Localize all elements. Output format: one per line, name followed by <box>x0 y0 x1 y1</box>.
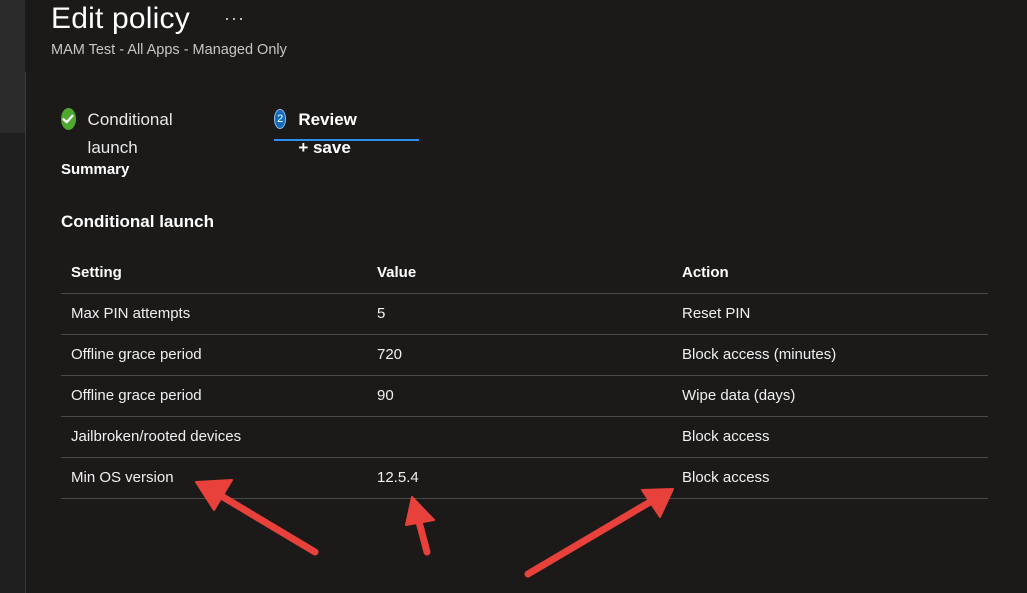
table-row: Max PIN attempts 5 Reset PIN <box>61 294 988 335</box>
value-cell: 5 <box>377 305 386 322</box>
action-cell: Block access <box>682 469 770 486</box>
table-row: Offline grace period 720 Block access (m… <box>61 335 988 376</box>
setting-cell: Offline grace period <box>71 387 202 404</box>
tab-review-save[interactable]: 2 Review + save <box>274 106 419 157</box>
column-header-value: Value <box>377 264 417 281</box>
tab-label: Review + save <box>298 110 357 157</box>
annotation-arrow-right <box>524 498 654 578</box>
action-cell: Reset PIN <box>682 305 751 322</box>
value-cell: 90 <box>377 387 394 404</box>
tab-conditional-launch[interactable]: Conditional launch <box>61 106 180 157</box>
table-row: Jailbroken/rooted devices Block access <box>61 417 988 458</box>
table-row: Min OS version 12.5.4 Block access <box>61 458 988 499</box>
action-cell: Block access <box>682 428 770 445</box>
check-circle-icon <box>61 108 76 130</box>
column-header-setting: Setting <box>71 264 122 281</box>
value-cell: 12.5.4 <box>377 469 419 486</box>
more-options-button[interactable]: ··· <box>224 8 245 29</box>
settings-table: Setting Value Action Max PIN attempts 5 … <box>61 253 988 499</box>
annotation-arrow-middle <box>414 514 431 556</box>
page-title: Edit policy <box>51 2 190 35</box>
column-header-action: Action <box>682 264 729 281</box>
annotation-arrow-left <box>214 490 319 556</box>
setting-cell: Max PIN attempts <box>71 305 191 322</box>
summary-heading: Summary <box>61 161 130 178</box>
section-heading: Conditional launch <box>61 212 214 231</box>
setting-cell: Min OS version <box>71 469 174 486</box>
setting-cell: Jailbroken/rooted devices <box>71 428 242 445</box>
left-rail-top <box>0 0 25 133</box>
annotation-arrowhead-middle <box>405 496 435 526</box>
value-cell: 720 <box>377 346 403 363</box>
step-number-badge: 2 <box>274 109 287 129</box>
active-tab-indicator <box>274 139 419 141</box>
action-cell: Block access (minutes) <box>682 346 837 363</box>
left-rail <box>0 0 26 593</box>
table-header-row: Setting Value Action <box>61 253 988 294</box>
left-rail-divider <box>25 72 26 593</box>
setting-cell: Offline grace period <box>71 346 202 363</box>
action-cell: Wipe data (days) <box>682 387 796 404</box>
tab-label: Conditional launch <box>87 110 173 157</box>
table-row: Offline grace period 90 Wipe data (days) <box>61 376 988 417</box>
page-subtitle: MAM Test - All Apps - Managed Only <box>51 42 287 58</box>
